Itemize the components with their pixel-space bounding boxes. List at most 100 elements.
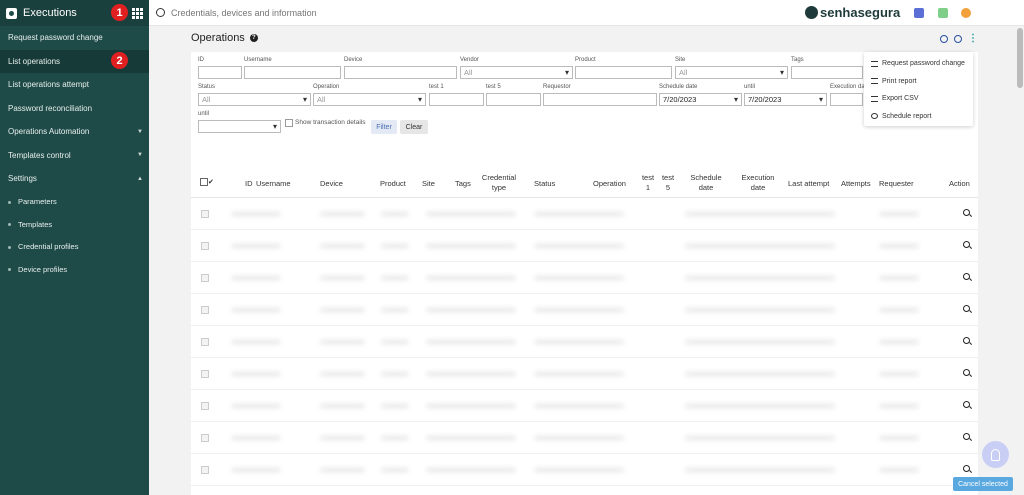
until2-select[interactable] (198, 120, 281, 133)
schedule-date-select[interactable]: 7/20/2023 (659, 93, 742, 106)
apps-grid-icon[interactable] (132, 8, 143, 19)
row-checkbox[interactable] (201, 338, 209, 346)
table-row[interactable] (191, 390, 978, 422)
file-icon (871, 95, 878, 102)
col-username[interactable]: Username (256, 179, 291, 189)
col-schedule-date[interactable]: Schedule date (685, 173, 727, 193)
view-details-search-icon[interactable] (963, 369, 970, 376)
sidebar-item-operations-automation[interactable]: Operations Automation ▼ (0, 120, 149, 144)
add-icon[interactable] (938, 8, 948, 18)
global-search-input[interactable] (171, 7, 571, 18)
select-all-checkbox[interactable] (200, 178, 208, 186)
col-requester[interactable]: Requester (879, 179, 914, 189)
table-row[interactable] (191, 198, 978, 230)
row-checkbox[interactable] (201, 274, 209, 282)
operation-select[interactable]: All (313, 93, 426, 106)
site-select[interactable]: All (675, 66, 788, 79)
menu-item-request-password-change[interactable]: Request password change (864, 55, 973, 73)
table-row[interactable] (191, 422, 978, 454)
row-checkbox[interactable] (201, 210, 209, 218)
scrollbar-thumb[interactable] (1017, 28, 1023, 88)
view-details-search-icon[interactable] (963, 209, 970, 216)
view-details-search-icon[interactable] (963, 241, 970, 248)
col-test1[interactable]: test 1 (641, 173, 655, 193)
requestor-field[interactable] (543, 93, 657, 106)
sidebar-subitem-device-profiles[interactable]: Device profiles (0, 258, 149, 281)
view-details-search-icon[interactable] (963, 433, 970, 440)
sidebar-item-password-reconciliation[interactable]: Password reconciliation (0, 97, 149, 121)
blurred-cell (231, 435, 281, 441)
id-field[interactable] (198, 66, 242, 79)
show-details-checkbox[interactable] (285, 119, 293, 127)
view-details-search-icon[interactable] (963, 465, 970, 472)
sidebar-subitem-templates[interactable]: Templates (0, 213, 149, 236)
row-checkbox[interactable] (201, 466, 209, 474)
sidebar-item-settings[interactable]: Settings ▲ (0, 167, 149, 191)
blurred-cell (426, 211, 516, 217)
help-assistant-button[interactable] (982, 441, 1009, 468)
test5-label: test 5 (486, 84, 501, 90)
col-attempts[interactable]: Attempts (841, 179, 871, 189)
row-checkbox[interactable] (201, 402, 209, 410)
col-tags[interactable]: Tags (455, 179, 471, 189)
menu-item-print-report[interactable]: Print report (864, 73, 973, 91)
test5-field[interactable] (486, 93, 541, 106)
help-icon[interactable]: ? (249, 34, 258, 42)
view-details-search-icon[interactable] (963, 401, 970, 408)
sidebar-item-templates-control[interactable]: Templates control ▼ (0, 144, 149, 168)
col-operation[interactable]: Operation (593, 179, 626, 189)
col-test5[interactable]: test 5 (661, 173, 675, 193)
col-status[interactable]: Status (534, 179, 555, 189)
col-device[interactable]: Device (320, 179, 343, 189)
test1-field[interactable] (429, 93, 484, 106)
view-details-search-icon[interactable] (963, 273, 970, 280)
table-row[interactable] (191, 262, 978, 294)
search-toggle-icon[interactable] (940, 35, 948, 43)
view-details-search-icon[interactable] (963, 337, 970, 344)
col-last-attempt[interactable]: Last attempt (788, 179, 829, 189)
row-checkbox[interactable] (201, 242, 209, 250)
tags-field[interactable] (791, 66, 863, 79)
home-icon[interactable] (914, 8, 924, 18)
status-select[interactable]: All (198, 93, 311, 106)
blurred-cell (426, 339, 516, 345)
username-field[interactable] (244, 66, 341, 79)
kebab-menu-icon[interactable]: ⋮ (968, 34, 978, 44)
blurred-cell (381, 339, 409, 345)
col-credential-type[interactable]: Credential type (479, 173, 519, 193)
table-row[interactable] (191, 358, 978, 390)
col-site[interactable]: Site (422, 179, 435, 189)
swap-icon (871, 60, 878, 67)
sidebar-subitem-credential-profiles[interactable]: Credential profiles (0, 236, 149, 259)
table-row[interactable] (191, 454, 978, 486)
table-row[interactable] (191, 294, 978, 326)
blurred-cell (231, 211, 281, 217)
sidebar-item-request-password-change[interactable]: Request password change (0, 26, 149, 50)
row-checkbox[interactable] (201, 306, 209, 314)
menu-item-export-csv[interactable]: Export CSV (864, 90, 973, 108)
sidebar-item-list-operations-attempt[interactable]: List operations attempt (0, 73, 149, 97)
cancel-selected-button[interactable]: Cancel selected (953, 477, 1013, 491)
scrollbar[interactable] (1016, 26, 1024, 495)
row-checkbox[interactable] (201, 434, 209, 442)
execution-date-field[interactable] (830, 93, 863, 106)
col-id[interactable]: ID (245, 179, 253, 189)
col-execution-date[interactable]: Execution date (737, 173, 779, 193)
sidebar-subitem-parameters[interactable]: Parameters (0, 191, 149, 214)
menu-item-schedule-report[interactable]: Schedule report (864, 108, 973, 126)
clear-button[interactable]: Clear (400, 120, 428, 134)
product-field[interactable] (575, 66, 672, 79)
filter-button[interactable]: Filter (371, 120, 397, 134)
view-details-search-icon[interactable] (963, 305, 970, 312)
table-row[interactable] (191, 230, 978, 262)
table-row[interactable] (191, 326, 978, 358)
col-product[interactable]: Product (380, 179, 406, 189)
row-checkbox[interactable] (201, 370, 209, 378)
refresh-icon[interactable] (954, 35, 962, 43)
vendor-select[interactable]: All (460, 66, 573, 79)
alert-icon[interactable] (961, 8, 971, 18)
blurred-cell (685, 307, 835, 313)
until-date-select[interactable]: 7/20/2023 (744, 93, 827, 106)
device-field[interactable] (344, 66, 457, 79)
brand-mark-icon (805, 6, 818, 19)
